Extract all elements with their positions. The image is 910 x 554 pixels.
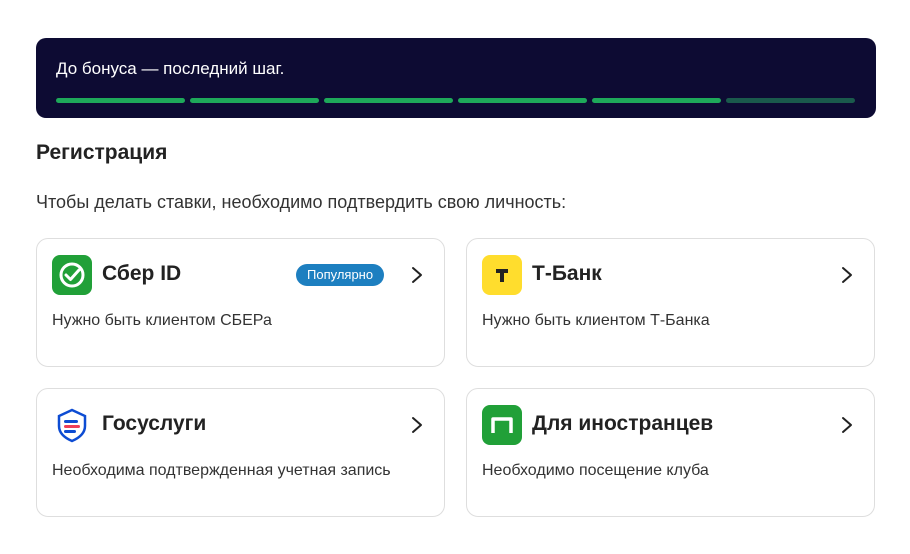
option-tbank[interactable]: Т-Банк Нужно быть клиентом Т-Банка — [466, 238, 875, 367]
progress-segment — [56, 98, 185, 103]
progress-segment — [592, 98, 721, 103]
chevron-right-icon — [842, 267, 852, 283]
option-description: Нужно быть клиентом Т-Банка — [482, 312, 710, 329]
sber-icon — [52, 255, 92, 295]
chevron-right-icon — [842, 417, 852, 433]
page-subtitle: Чтобы делать ставки, необходимо подтверд… — [36, 192, 567, 212]
page-title: Регистрация — [36, 141, 168, 164]
foreigners-icon — [482, 405, 522, 445]
progress-segment — [190, 98, 319, 103]
tbank-icon — [482, 255, 522, 295]
option-description: Необходимо посещение клуба — [482, 462, 709, 479]
option-description: Нужно быть клиентом СБЕРа — [52, 312, 272, 329]
option-title: Для иностранцев — [532, 412, 714, 435]
option-gosuslugi[interactable]: Госуслуги Необходима подтвержденная учет… — [36, 388, 445, 517]
gosuslugi-icon — [52, 405, 92, 445]
option-title: Сбер ID — [102, 262, 182, 285]
progress-segment — [726, 98, 855, 103]
progress-bar — [56, 98, 855, 103]
option-sber-id[interactable]: Сбер ID Популярно Нужно быть клиентом СБ… — [36, 238, 445, 367]
banner-text: До бонуса — последний шаг. — [56, 59, 285, 78]
option-description: Необходима подтвержденная учетная запись — [52, 462, 391, 479]
progress-segment — [458, 98, 587, 103]
popular-badge: Популярно — [296, 264, 385, 286]
progress-segment — [324, 98, 453, 103]
chevron-right-icon — [412, 417, 422, 433]
chevron-right-icon — [412, 267, 422, 283]
bonus-banner: До бонуса — последний шаг. — [36, 38, 876, 118]
option-foreigners[interactable]: Для иностранцев Необходимо посещение клу… — [466, 388, 875, 517]
option-title: Госуслуги — [102, 412, 207, 435]
option-title: Т-Банк — [532, 262, 602, 285]
